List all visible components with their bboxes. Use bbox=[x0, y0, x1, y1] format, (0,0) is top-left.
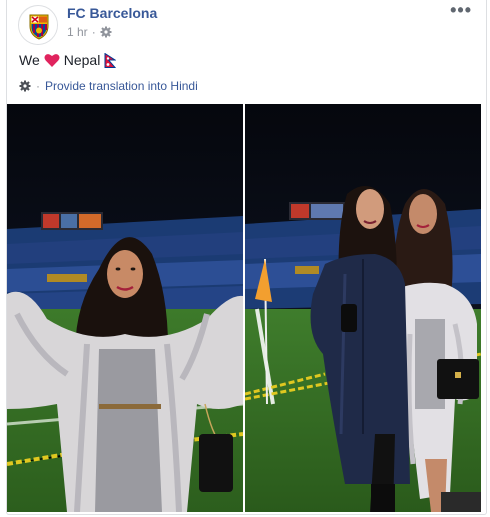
nepal-flag-icon bbox=[104, 52, 117, 68]
fc-barcelona-crest-icon bbox=[19, 6, 57, 44]
gear-icon[interactable] bbox=[100, 26, 112, 38]
photo-left[interactable] bbox=[7, 104, 243, 512]
photo-right[interactable] bbox=[245, 104, 481, 512]
translation-separator: · bbox=[36, 79, 40, 93]
post-message: We Nepal bbox=[19, 52, 117, 68]
stadium-photo-two-women bbox=[245, 104, 481, 512]
post-options-button[interactable]: ••• bbox=[450, 1, 472, 19]
message-text-after: Nepal bbox=[63, 52, 101, 68]
post-meta: 1 hr · bbox=[67, 25, 112, 39]
page-name-link[interactable]: FC Barcelona bbox=[67, 5, 157, 21]
facebook-post: FC Barcelona 1 hr · ••• We Nepal · Provi… bbox=[6, 0, 487, 515]
meta-separator: · bbox=[91, 25, 96, 39]
gear-icon[interactable] bbox=[19, 80, 31, 92]
translation-row: · Provide translation into Hindi bbox=[19, 79, 198, 93]
provide-translation-link[interactable]: Provide translation into Hindi bbox=[45, 79, 198, 93]
message-text-before: We bbox=[19, 52, 40, 68]
post-timestamp[interactable]: 1 hr bbox=[67, 25, 88, 39]
page-avatar[interactable] bbox=[18, 5, 58, 45]
red-heart-icon bbox=[44, 53, 60, 67]
stadium-photo-single-woman bbox=[7, 104, 243, 512]
